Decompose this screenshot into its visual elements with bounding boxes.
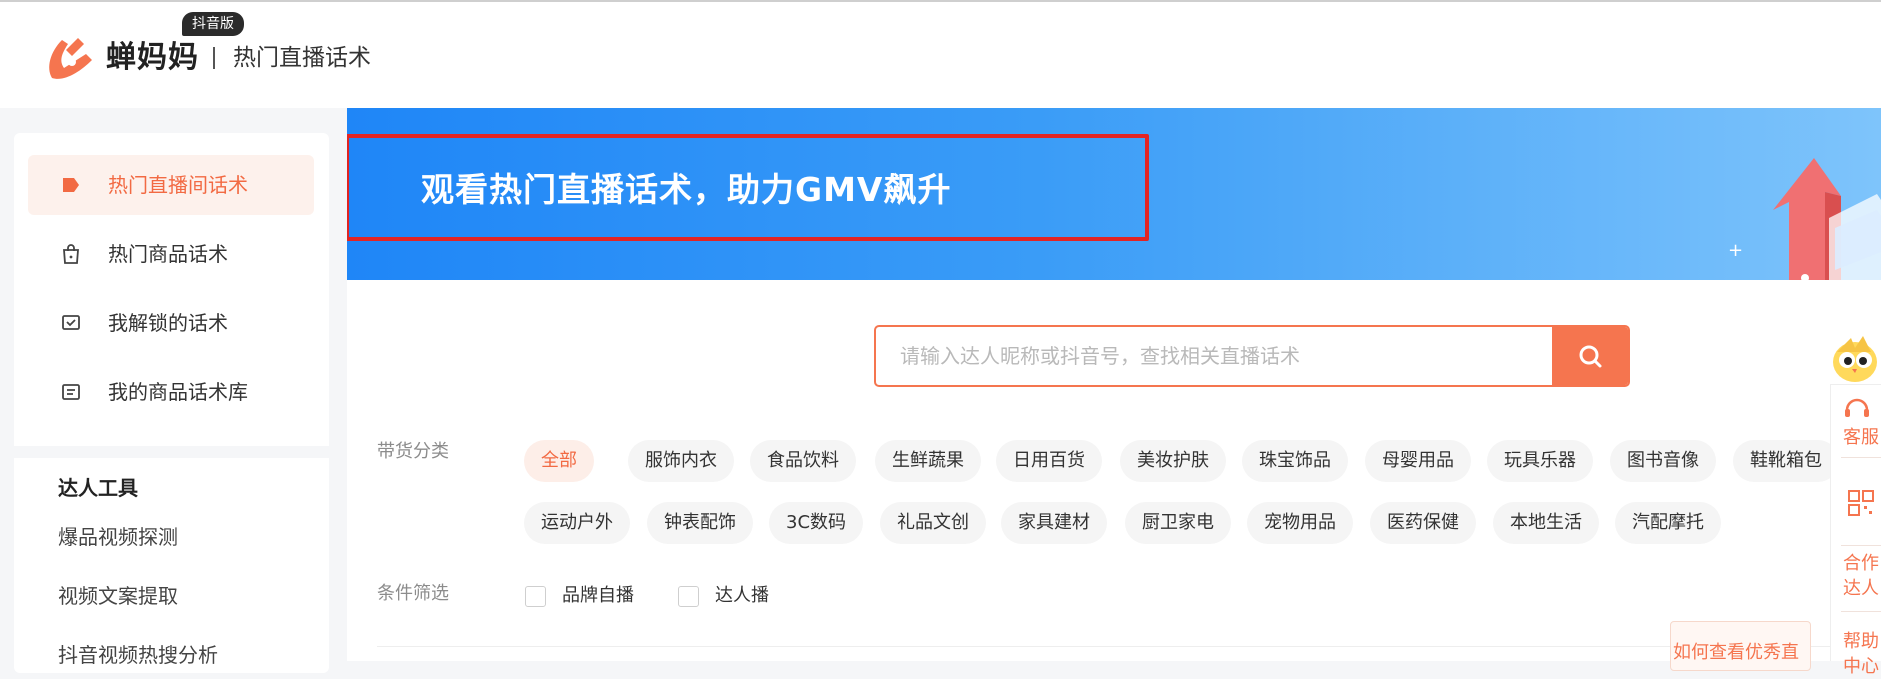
sidebar-item-hot-product-scripts[interactable]: 热门商品话术 [28,224,314,284]
customer-service-icon [1845,398,1869,417]
category-chip[interactable]: 食品饮料 [750,440,856,482]
category-chip[interactable]: 珠宝饰品 [1242,440,1348,482]
sidebar-item-unlocked-scripts[interactable]: 我解锁的话术 [28,293,314,353]
sidebar-tool-viral-video-detection[interactable]: 爆品视频探测 [58,522,178,552]
category-filter-label: 带货分类 [377,441,449,462]
sidebar-tool-video-hot-search-analysis[interactable]: 抖音视频热搜分析 [58,640,218,670]
category-chip[interactable]: 3C数码 [769,502,864,544]
sidebar-divider [14,446,329,458]
sidebar-item-label: 热门商品话术 [108,242,228,266]
shopping-bag-icon [63,244,79,264]
tag-icon [63,178,79,192]
page-section-title: 热门直播话术 [233,45,371,71]
chanmama-logo-icon[interactable] [44,32,96,82]
category-chip[interactable]: 家具建材 [1001,502,1107,544]
condition-filter-label: 条件筛选 [377,583,449,604]
sidebar-item-my-product-script-library[interactable]: 我的商品话术库 [28,362,314,422]
sidebar-item-label: 我的商品话术库 [108,380,248,404]
category-chip[interactable]: 本地生活 [1493,502,1599,544]
brand-name[interactable]: 蝉妈妈 [106,40,199,76]
mascot-icon[interactable] [1827,330,1881,388]
category-chip[interactable]: 母婴用品 [1365,440,1471,482]
header-divider [213,47,215,69]
document-list-icon [62,384,80,400]
sidebar-item-label: 热门直播间话术 [108,173,248,197]
content-divider [377,646,1837,647]
search-button[interactable] [1552,327,1628,385]
category-chip[interactable]: 美妆护肤 [1120,440,1226,482]
cooperation-link[interactable]: 合作 [1843,551,1879,576]
banner-title: 观看热门直播话术，助力GMV飙升 [421,170,952,209]
category-chip[interactable]: 汽配摩托 [1615,502,1721,544]
how-to-view-card[interactable]: 如何查看优秀直 [1670,621,1811,671]
help-center-link[interactable]: 帮助 [1843,629,1879,654]
category-chip[interactable]: 图书音像 [1610,440,1716,482]
panel-divider [1841,545,1881,546]
floating-service-panel: 客服 合作 达人 帮助 中心 [1830,384,1881,677]
category-chip[interactable]: 宠物用品 [1247,502,1353,544]
hero-banner: 观看热门直播话术，助力GMV飙升 + [347,108,1881,280]
checkbox-box[interactable] [525,585,546,607]
category-chip[interactable]: 日用百货 [996,440,1102,482]
sidebar: 热门直播间话术 热门商品话术 我解锁的话术 我的商品话术库 达人工具 爆品视频探… [14,133,329,673]
influencer-broadcast-checkbox[interactable]: 达人播 [678,583,769,609]
sidebar-tool-video-copy-extraction[interactable]: 视频文案提取 [58,581,178,611]
search-input[interactable] [876,327,1552,385]
category-chip[interactable]: 医药保健 [1370,502,1476,544]
category-chip[interactable]: 全部 [524,440,594,482]
header: 抖音版 蝉妈妈 热门直播话术 [0,2,1881,108]
qr-code-icon[interactable] [1847,489,1875,517]
category-chip[interactable]: 玩具乐器 [1487,440,1593,482]
checkbox-box[interactable] [678,585,699,607]
checkbox-label: 品牌自播 [562,585,634,606]
category-chip[interactable]: 钟表配饰 [647,502,753,544]
category-chip[interactable]: 服饰内衣 [628,440,734,482]
douyin-version-badge: 抖音版 [182,12,244,36]
growth-arrow-illustration-icon: + [1728,158,1881,280]
checkbox-label: 达人播 [715,585,769,606]
category-chip[interactable]: 运动户外 [524,502,630,544]
panel-divider [1841,611,1881,612]
help-center-link-second-line[interactable]: 中心 [1843,654,1879,679]
category-chip[interactable]: 厨卫家电 [1125,502,1231,544]
search-icon [1579,345,1602,368]
influencer-tools-heading: 达人工具 [58,476,138,500]
panel-divider [1841,457,1881,458]
brand-self-broadcast-checkbox[interactable]: 品牌自播 [525,583,634,609]
category-chip[interactable]: 生鲜蔬果 [875,440,981,482]
search-box [874,325,1630,387]
svg-text:+: + [1728,240,1743,261]
unlock-chat-icon [62,315,80,330]
sidebar-item-label: 我解锁的话术 [108,311,228,335]
category-chip[interactable]: 鞋靴箱包 [1733,440,1839,482]
sidebar-item-hot-live-scripts[interactable]: 热门直播间话术 [28,155,314,215]
category-chip[interactable]: 礼品文创 [880,502,986,544]
influencer-link[interactable]: 达人 [1843,576,1879,601]
customer-service-link[interactable]: 客服 [1843,425,1879,450]
